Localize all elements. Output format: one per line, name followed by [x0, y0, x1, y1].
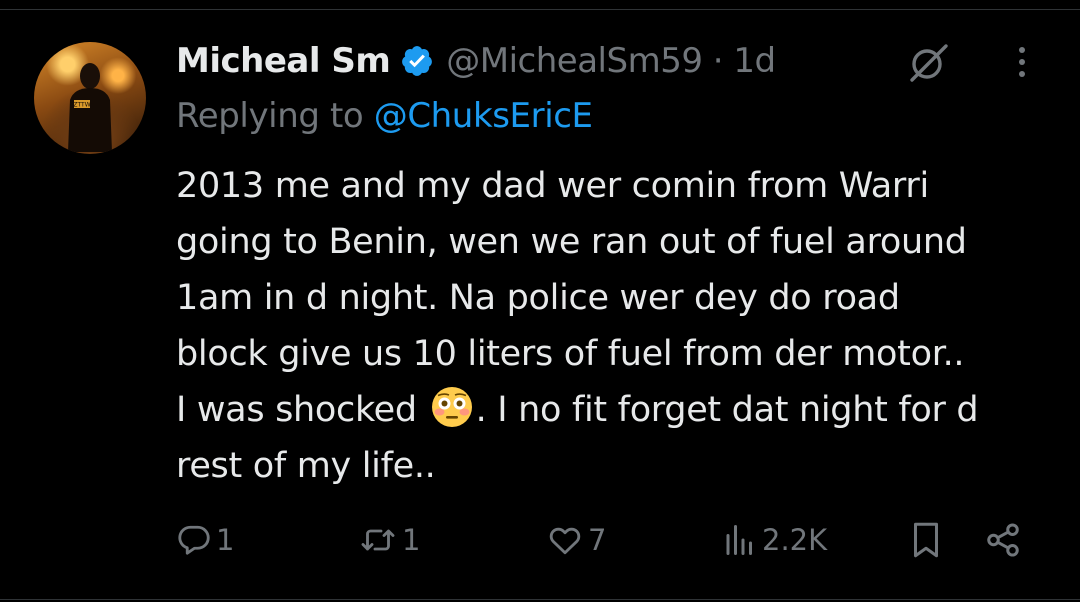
bookmark-button[interactable]: [908, 516, 944, 564]
tweet-text-line: 1am in d night. Na police wer dey do roa…: [176, 278, 900, 318]
time-separator: ·: [712, 41, 724, 81]
repost-count: 1: [402, 523, 421, 557]
reply-count: 1: [216, 523, 235, 557]
share-button[interactable]: [984, 516, 1022, 564]
reply-button[interactable]: 1: [176, 516, 234, 564]
repost-icon: [361, 529, 395, 551]
tweet-text-line-with-emoji: I was shocked . I no fit forget dat nigh…: [176, 382, 1056, 438]
tweet-actions: 1 1 7 2.2K: [0, 516, 1080, 564]
share-icon: [987, 523, 1019, 557]
replying-label: Replying to: [176, 96, 364, 136]
like-count: 7: [588, 523, 607, 557]
views-button[interactable]: 2.2K: [722, 516, 827, 564]
tweet-time[interactable]: 1d: [733, 41, 776, 81]
avatar-text: ZTTW: [73, 102, 90, 109]
bottom-divider: [0, 599, 1080, 600]
verified-badge-icon: [402, 46, 433, 76]
grok-icon[interactable]: [906, 40, 952, 86]
author-name[interactable]: Micheal Sm: [176, 41, 391, 81]
reply-icon: [178, 525, 210, 555]
flushed-face-emoji: [431, 387, 472, 427]
top-divider: [0, 9, 1080, 10]
tweet-text-segment: . I no fit forget dat night for d: [475, 390, 979, 430]
like-button[interactable]: 7: [546, 516, 606, 564]
repost-button[interactable]: 1: [358, 516, 420, 564]
tweet-text-line: rest of my life..: [176, 446, 436, 486]
tweet-header: Micheal Sm @MichealSm59 · 1d: [176, 38, 776, 84]
author-handle[interactable]: @MichealSm59: [446, 41, 703, 81]
views-icon: [726, 525, 752, 555]
more-icon[interactable]: [1010, 44, 1034, 82]
tweet-text: 2013 me and my dad wer comin from Warri …: [176, 158, 1056, 494]
tweet-text-line: 2013 me and my dad wer comin from Warri: [176, 166, 929, 206]
tweet-text-line: going to Benin, wen we ran out of fuel a…: [176, 222, 967, 262]
avatar-figure: ZTTW: [68, 63, 112, 152]
tweet-text-line: block give us 10 liters of fuel from der…: [176, 334, 965, 374]
replying-to: Replying to @ChuksEricE: [176, 96, 593, 136]
bookmark-icon: [914, 522, 938, 558]
tweet-text-segment: I was shocked: [176, 390, 417, 430]
view-count: 2.2K: [762, 523, 828, 557]
avatar[interactable]: ZTTW: [34, 42, 146, 154]
like-icon: [549, 527, 581, 555]
reply-mention-link[interactable]: @ChuksEricE: [374, 96, 593, 136]
